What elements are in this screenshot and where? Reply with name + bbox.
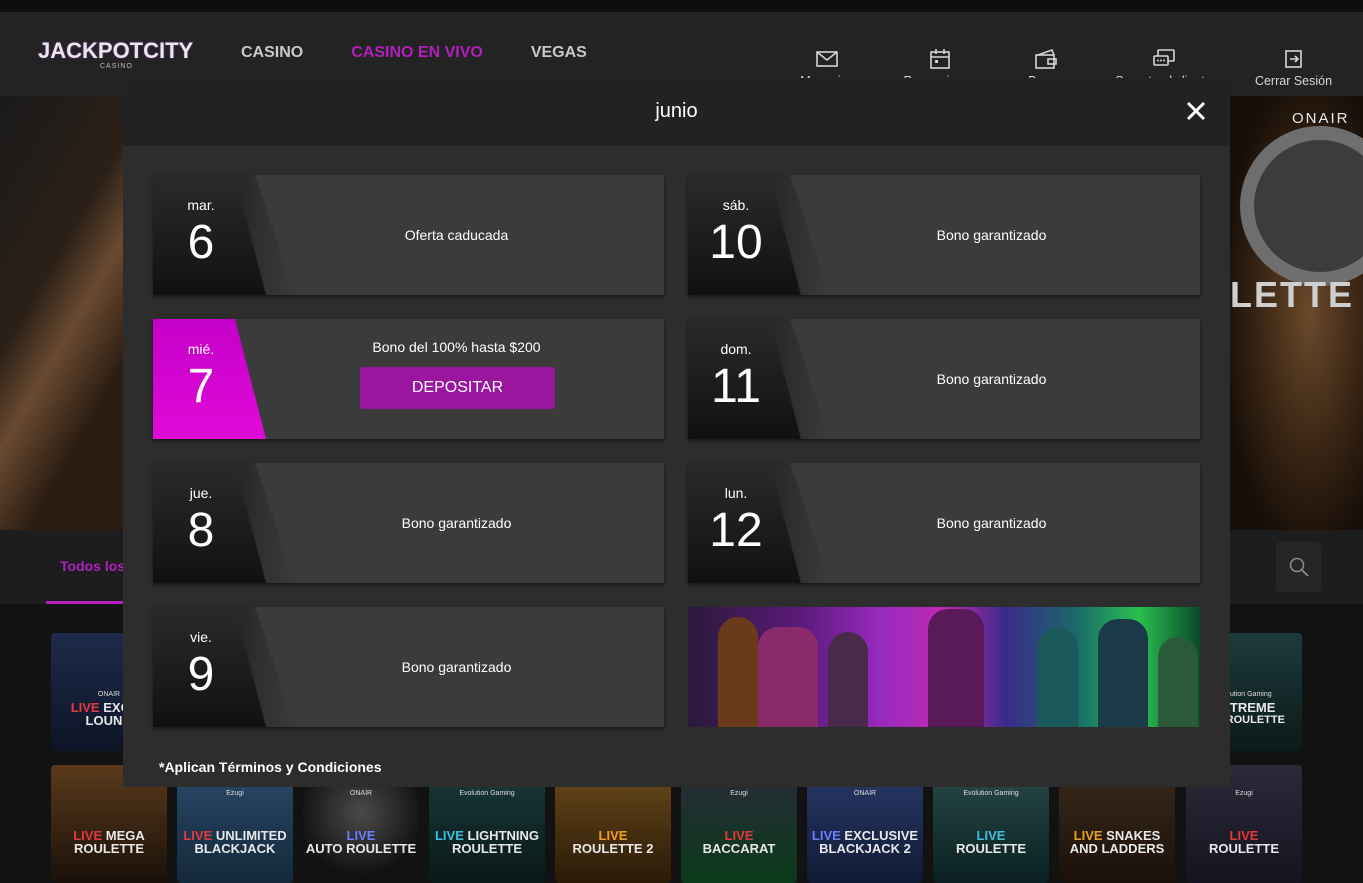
nav-casino[interactable]: CASINO bbox=[241, 44, 303, 62]
day-offer-text: Bono garantizado bbox=[401, 659, 512, 675]
day-of-week: mié. bbox=[187, 341, 215, 357]
close-icon[interactable] bbox=[1183, 98, 1209, 124]
wallet-icon bbox=[1035, 48, 1057, 69]
day-number: 7 bbox=[187, 360, 215, 413]
banner-character bbox=[828, 632, 868, 727]
day-of-week: sáb. bbox=[722, 197, 750, 213]
modal-header: junio bbox=[123, 78, 1230, 146]
day-of-week: vie. bbox=[190, 629, 212, 645]
top-strip bbox=[0, 0, 1363, 12]
day-offer-text: Bono del 100% hasta $200 bbox=[372, 339, 541, 355]
chat-icon bbox=[1152, 49, 1175, 66]
envelope-icon bbox=[816, 51, 838, 67]
day-offer-text: Bono garantizado bbox=[936, 515, 1047, 531]
logout-button[interactable]: Cerrar Sesión bbox=[1232, 12, 1363, 96]
promo-calendar-modal: junio mar. 6 Oferta caducada mié. 7 Bono… bbox=[123, 78, 1230, 787]
terms-note[interactable]: *Aplican Términos y Condiciones bbox=[159, 759, 382, 775]
promo-characters-banner bbox=[688, 607, 1200, 727]
banner-character bbox=[1098, 619, 1148, 727]
calendar-icon bbox=[930, 49, 950, 69]
day-offer-text: Bono garantizado bbox=[936, 227, 1047, 243]
day-number: 6 bbox=[187, 216, 215, 269]
banner-character bbox=[1038, 627, 1078, 727]
modal-title: junio bbox=[655, 100, 698, 122]
nav-casino-en-vivo[interactable]: CASINO EN VIVO bbox=[351, 44, 483, 62]
banner-character bbox=[1158, 637, 1198, 727]
day-card[interactable]: sáb. 10 Bono garantizado bbox=[688, 175, 1200, 295]
day-of-week: jue. bbox=[189, 485, 213, 501]
deposit-button[interactable]: DEPOSITAR bbox=[360, 367, 555, 409]
nav-vegas[interactable]: VEGAS bbox=[531, 44, 587, 62]
day-number: 11 bbox=[711, 360, 761, 413]
logout-label: Cerrar Sesión bbox=[1254, 74, 1333, 88]
day-card[interactable]: lun. 12 Bono garantizado bbox=[688, 463, 1200, 583]
day-of-week: mar. bbox=[187, 197, 215, 213]
day-offer-text: Bono garantizado bbox=[936, 371, 1047, 387]
day-of-week: lun. bbox=[724, 485, 748, 501]
logo[interactable]: JACKPOTCITY CASINO bbox=[38, 34, 193, 76]
day-number: 10 bbox=[709, 216, 763, 269]
logo-text: JACKPOTCITY bbox=[38, 38, 194, 63]
main-nav: CASINO CASINO EN VIVO VEGAS bbox=[241, 44, 587, 62]
day-card[interactable]: jue. 8 Bono garantizado bbox=[153, 463, 664, 583]
day-offer-text: Bono garantizado bbox=[401, 515, 512, 531]
banner-character bbox=[758, 627, 818, 727]
day-card[interactable]: dom. 11 Bono garantizado bbox=[688, 319, 1200, 439]
day-number: 12 bbox=[709, 504, 763, 557]
day-of-week: dom. bbox=[720, 341, 752, 357]
banner-character bbox=[718, 617, 758, 727]
day-card[interactable]: vie. 9 Bono garantizado bbox=[153, 607, 664, 727]
banner-character bbox=[928, 609, 984, 727]
day-offer-text: Oferta caducada bbox=[404, 227, 509, 243]
day-card[interactable]: mar. 6 Oferta caducada bbox=[153, 175, 664, 295]
day-card-today[interactable]: mié. 7 Bono del 100% hasta $200 DEPOSITA… bbox=[153, 319, 664, 439]
modal-overlay: junio mar. 6 Oferta caducada mié. 7 Bono… bbox=[0, 78, 1363, 883]
day-number: 9 bbox=[187, 648, 215, 701]
logo-subtext: CASINO bbox=[100, 63, 133, 70]
logout-icon bbox=[1284, 50, 1302, 68]
day-number: 8 bbox=[187, 504, 215, 557]
